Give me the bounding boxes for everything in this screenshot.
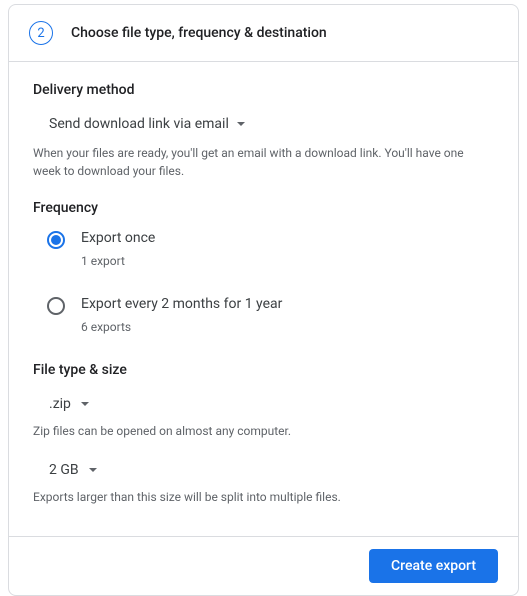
filesize-value: 2 GB — [49, 462, 79, 478]
step-number-badge: 2 — [29, 21, 53, 45]
export-settings-card: 2 Choose file type, frequency & destinat… — [8, 4, 519, 596]
radio-sublabel: 1 export — [81, 254, 494, 268]
radio-content: Export once 1 export — [81, 230, 494, 286]
filetype-value: .zip — [49, 396, 71, 412]
caret-down-icon — [89, 468, 97, 472]
delivery-method-dropdown[interactable]: Send download link via email — [41, 112, 253, 136]
radio-sublabel: 6 exports — [81, 320, 494, 334]
caret-down-icon — [237, 122, 245, 126]
radio-label: Export every 2 months for 1 year — [81, 296, 494, 312]
step-title: Choose file type, frequency & destinatio… — [71, 25, 327, 41]
filetype-dropdown[interactable]: .zip — [41, 392, 97, 416]
radio-content: Export every 2 months for 1 year 6 expor… — [81, 296, 494, 352]
frequency-option-once[interactable]: Export once 1 export — [47, 230, 494, 286]
delivery-method-value: Send download link via email — [49, 116, 229, 132]
content-area: Delivery method Send download link via e… — [9, 62, 518, 536]
filesize-description: Exports larger than this size will be sp… — [33, 488, 494, 506]
radio-label: Export once — [81, 230, 494, 246]
step-header: 2 Choose file type, frequency & destinat… — [9, 5, 518, 62]
frequency-radio-group: Export once 1 export Export every 2 mont… — [47, 230, 494, 352]
filesize-dropdown[interactable]: 2 GB — [41, 458, 105, 482]
caret-down-icon — [81, 402, 89, 406]
footer: Create export — [9, 536, 518, 595]
filetype-size-title: File type & size — [33, 362, 494, 378]
delivery-method-description: When your files are ready, you'll get an… — [33, 144, 494, 180]
delivery-method-title: Delivery method — [33, 82, 494, 98]
create-export-button[interactable]: Create export — [369, 549, 498, 583]
radio-icon — [47, 297, 65, 315]
filetype-description: Zip files can be opened on almost any co… — [33, 422, 494, 440]
radio-icon — [47, 231, 65, 249]
frequency-title: Frequency — [33, 200, 494, 216]
frequency-option-bimonthly[interactable]: Export every 2 months for 1 year 6 expor… — [47, 296, 494, 352]
